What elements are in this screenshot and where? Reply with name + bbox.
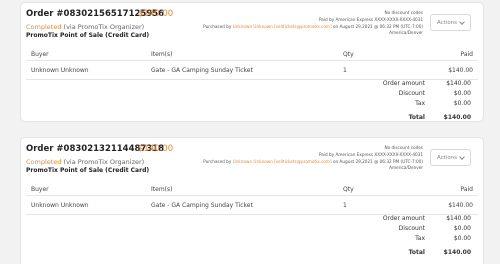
column-header-buyer: Buyer — [26, 48, 146, 61]
totals-row: Order amount $140.00 — [365, 79, 471, 89]
order-totals: Order amount $140.00 Discount $0.00 Tax … — [365, 214, 471, 258]
timezone: America/Denver — [389, 165, 423, 171]
cell-paid: $140.00 — [423, 195, 478, 215]
status-label: Completed — [26, 23, 62, 31]
discount-label: Discount — [398, 90, 425, 97]
timezone: America/Denver — [389, 30, 423, 36]
total-value: $140.00 — [443, 114, 471, 121]
column-header-buyer: Buyer — [26, 183, 146, 196]
status-source: (via PromoTix Organizer) — [63, 23, 145, 31]
purchased-date: on August 29,2021 @ 06:32 PM (UTC-7:00) — [332, 158, 423, 164]
tax-label: Tax — [415, 235, 425, 242]
total-label: Total — [408, 249, 425, 256]
status-label: Completed — [26, 158, 62, 166]
order-items-table: Buyer Item(s) Qty Paid Unknown Unknown G… — [26, 48, 478, 80]
order-amount-value: $140.00 — [446, 215, 471, 222]
cell-item: Gate - GA Camping Sunday Ticket — [146, 60, 338, 80]
order-amount: $140.00 — [138, 144, 174, 154]
totals-row: Discount $0.00 — [365, 89, 471, 99]
actions-dropdown-button[interactable]: Actions — [430, 14, 471, 31]
discount-value: $0.00 — [453, 90, 471, 97]
total-label: Total — [408, 114, 425, 121]
actions-label: Actions — [436, 19, 458, 26]
purchaser-link[interactable]: Unknown Unknown — [233, 159, 273, 164]
order-amount: $140.00 — [138, 9, 174, 19]
tax-label: Tax — [415, 100, 425, 107]
cell-paid: $140.00 — [423, 60, 478, 80]
order-totals: Order amount $140.00 Discount $0.00 Tax … — [365, 79, 471, 123]
cell-qty: 1 — [338, 195, 423, 215]
order-meta: No discount codes Paid by American Expre… — [203, 10, 423, 37]
cell-qty: 1 — [338, 60, 423, 80]
column-header-paid: Paid — [423, 48, 478, 61]
totals-row: Discount $0.00 — [365, 224, 471, 234]
column-header-qty: Qty — [338, 48, 423, 61]
order-card: Order #08302132114487318 $140.00 Complet… — [20, 137, 484, 264]
order-status: Completed (via PromoTix Organizer) — [26, 23, 144, 31]
tax-value: $0.00 — [453, 100, 471, 107]
actions-label: Actions — [436, 154, 458, 161]
cell-buyer: Unknown Unknown — [26, 195, 146, 215]
discount-value: $0.00 — [453, 225, 471, 232]
purchased-prefix: Purchased by — [203, 23, 232, 29]
order-amount-value: $140.00 — [446, 80, 471, 87]
chevron-down-icon — [459, 18, 465, 25]
column-header-items: Item(s) — [146, 48, 338, 61]
tax-value: $0.00 — [453, 235, 471, 242]
actions-dropdown-button[interactable]: Actions — [430, 149, 471, 166]
payment-method: PromoTix Point of Sale (Credit Card) — [26, 167, 150, 174]
status-source: (via PromoTix Organizer) — [63, 158, 145, 166]
order-status: Completed (via PromoTix Organizer) — [26, 158, 144, 166]
table-row: Unknown Unknown Gate - GA Camping Sunday… — [26, 60, 478, 80]
purchased-prefix: Purchased by — [203, 158, 232, 164]
order-amount-label: Order amount — [382, 215, 425, 222]
total-value: $140.00 — [443, 249, 471, 256]
totals-row: Tax $0.00 — [365, 99, 471, 109]
order-card: Order #08302156517125956 $140.00 Complet… — [20, 2, 484, 122]
column-header-paid: Paid — [423, 183, 478, 196]
totals-row-total: Total $140.00 — [365, 113, 471, 123]
purchased-by: Purchased by Unknown Unknown [sellticket… — [203, 159, 423, 166]
cell-buyer: Unknown Unknown — [26, 60, 146, 80]
totals-row: Order amount $140.00 — [365, 214, 471, 224]
paid-by: Paid by American Express XXXX-XXXX-XXXX-… — [318, 16, 423, 22]
order-amount-label: Order amount — [382, 80, 425, 87]
discount-codes: No discount codes — [384, 10, 423, 15]
purchaser-link[interactable]: Unknown Unknown — [233, 24, 273, 29]
purchaser-email-link[interactable]: [selltickets@promotix.com] — [274, 24, 331, 29]
column-header-qty: Qty — [338, 183, 423, 196]
table-row: Unknown Unknown Gate - GA Camping Sunday… — [26, 195, 478, 215]
totals-row-total: Total $140.00 — [365, 248, 471, 258]
purchased-date: on August 29,2021 @ 06:32 PM (UTC-7:00) — [332, 23, 423, 29]
cell-item: Gate - GA Camping Sunday Ticket — [146, 195, 338, 215]
purchased-by: Purchased by Unknown Unknown [sellticket… — [203, 24, 423, 31]
totals-row: Tax $0.00 — [365, 234, 471, 244]
purchaser-email-link[interactable]: [selltickets@promotix.com] — [274, 159, 331, 164]
order-meta: No discount codes Paid by American Expre… — [203, 145, 423, 172]
order-items-table: Buyer Item(s) Qty Paid Unknown Unknown G… — [26, 183, 478, 215]
discount-label: Discount — [398, 225, 425, 232]
table-header-row: Buyer Item(s) Qty Paid — [26, 183, 478, 196]
chevron-down-icon — [459, 153, 465, 160]
paid-by: Paid by American Express XXXX-XXXX-XXXX-… — [318, 151, 423, 157]
discount-codes: No discount codes — [384, 145, 423, 150]
payment-method: PromoTix Point of Sale (Credit Card) — [26, 32, 150, 39]
column-header-items: Item(s) — [146, 183, 338, 196]
table-header-row: Buyer Item(s) Qty Paid — [26, 48, 478, 61]
